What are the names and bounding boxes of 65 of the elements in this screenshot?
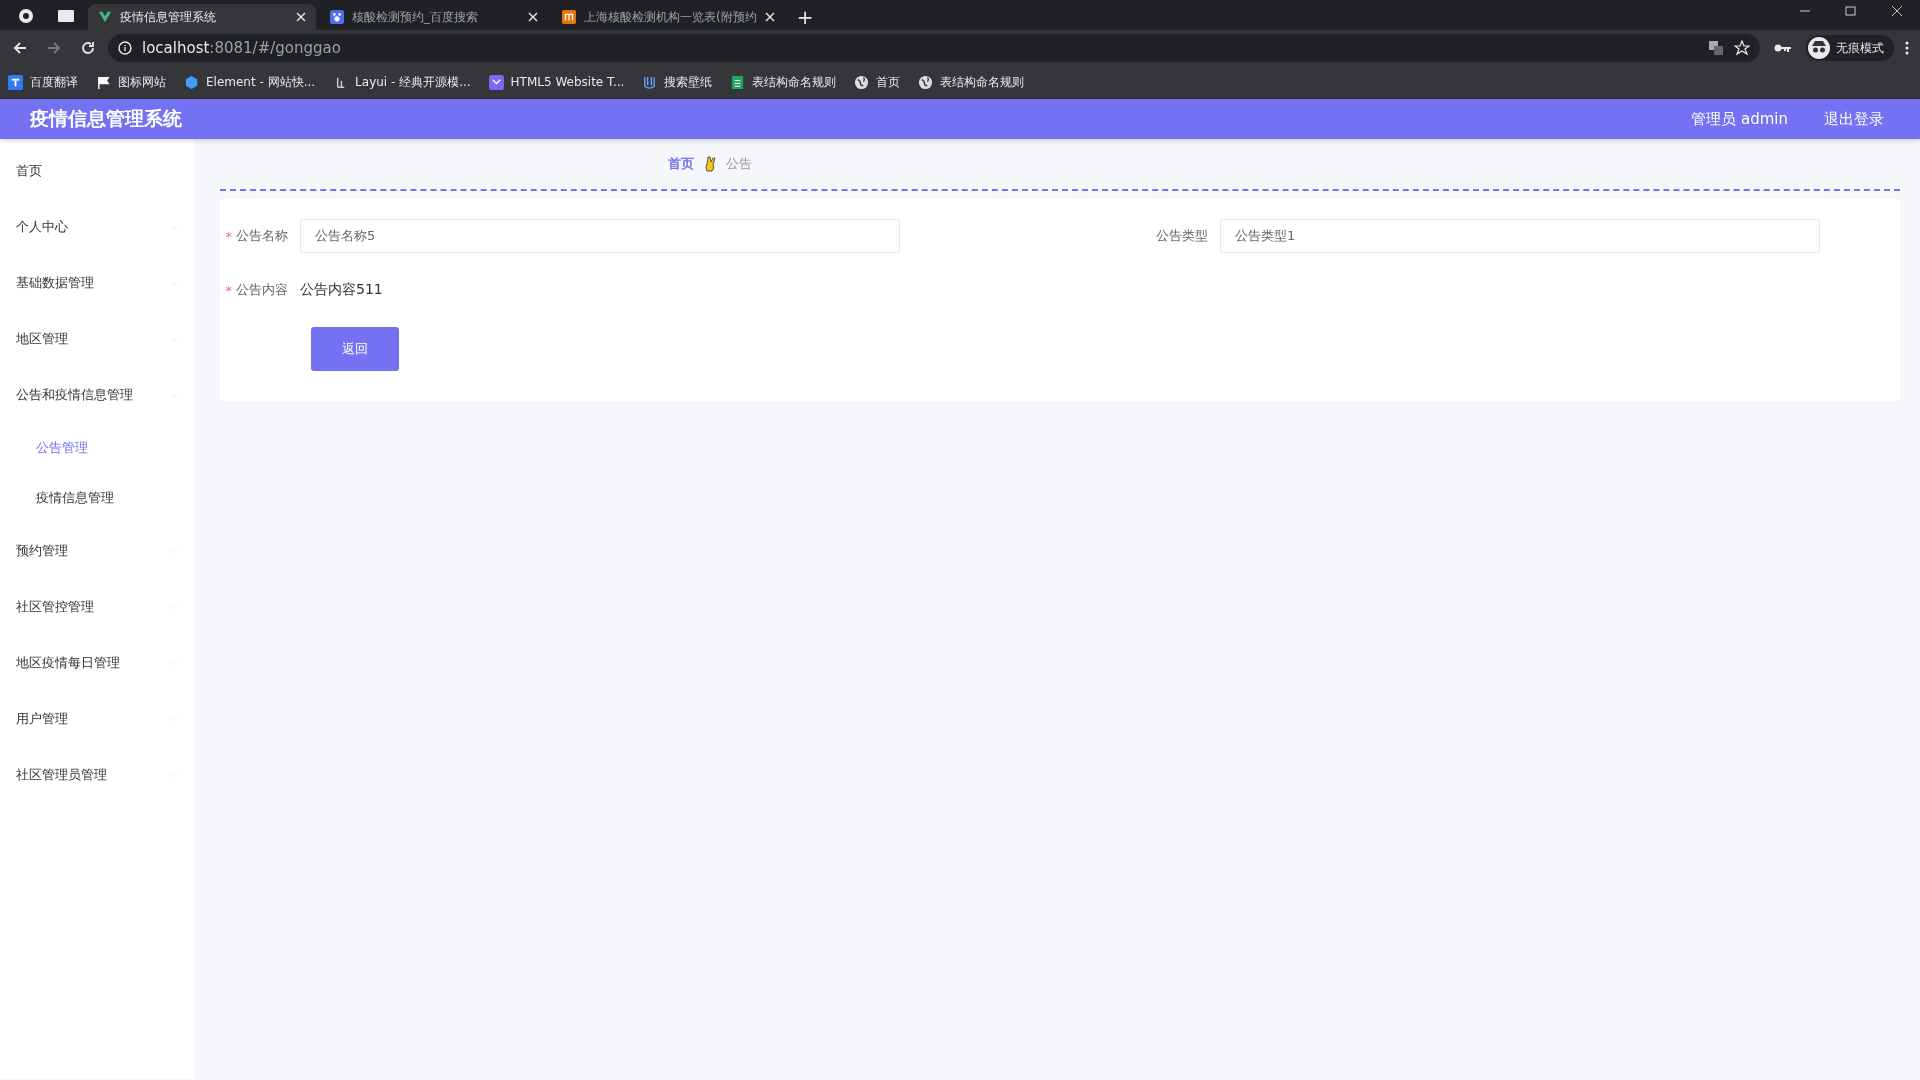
user-link[interactable]: 管理员 admin <box>1685 108 1794 130</box>
address-bar[interactable]: localhost:8081/#/gonggao <box>108 34 1760 62</box>
menu-item[interactable]: 预约管理 <box>0 523 195 579</box>
key-icon[interactable] <box>1774 42 1792 54</box>
input-field[interactable]: 公告名称5 <box>300 219 900 253</box>
incognito-icon <box>1808 37 1830 59</box>
flag-icon <box>96 74 111 90</box>
menu-item[interactable]: 地区疫情每日管理 <box>0 635 195 691</box>
translate-icon <box>8 74 23 90</box>
globe-icon <box>854 74 870 90</box>
close-tab-icon[interactable] <box>296 12 306 22</box>
menu-item[interactable]: 社区管控管理 <box>0 579 195 635</box>
profile-button[interactable]: 无痕模式 <box>1806 35 1894 61</box>
field-label: 公告内容 <box>236 281 288 299</box>
menu-item[interactable]: 基础数据管理 <box>0 255 195 311</box>
bookmark[interactable]: Element - 网站快... <box>184 73 316 91</box>
new-tab-button[interactable]: + <box>788 4 822 30</box>
bookmark[interactable]: HTML5 Website T... <box>488 74 625 90</box>
bookmark[interactable]: 首页 <box>854 73 901 91</box>
breadcrumb-current: 公告 <box>726 155 752 173</box>
menu-item[interactable]: 地区管理 <box>0 311 195 367</box>
bookmark[interactable]: 百度翻译 <box>8 73 78 91</box>
menu-item[interactable]: 公告和疫情信息管理 <box>0 367 195 423</box>
paw-icon <box>330 10 344 24</box>
menu-item[interactable]: 首页 <box>0 143 195 199</box>
input-field[interactable]: 公告类型1 <box>1220 219 1820 253</box>
field-label: 公告类型 <box>1156 227 1208 245</box>
url-text: localhost:8081/#/gonggao <box>142 39 341 57</box>
field-label: 公告名称 <box>236 227 288 245</box>
site-icon <box>562 10 576 24</box>
hand-icon <box>704 156 716 172</box>
info-icon[interactable] <box>118 41 132 55</box>
browser-tab[interactable]: 核酸检测预约_百度搜索 <box>320 4 548 30</box>
menu-item[interactable]: 用户管理 <box>0 691 195 747</box>
close-tab-icon[interactable] <box>528 12 538 22</box>
back-button[interactable]: 返回 <box>311 327 399 371</box>
back-icon[interactable] <box>12 40 28 56</box>
field-value: 公告内容511 <box>300 281 383 299</box>
wallpaper-icon <box>642 74 658 90</box>
app-title: 疫情信息管理系统 <box>30 106 182 131</box>
submenu-item[interactable]: 公告管理 <box>0 423 195 473</box>
close-tab-icon[interactable] <box>764 12 775 22</box>
required-mark: * <box>225 282 232 298</box>
submenu-item[interactable]: 疫情信息管理 <box>0 473 195 523</box>
logout-link[interactable]: 退出登录 <box>1818 108 1890 130</box>
menu-item[interactable]: 社区管理员管理 <box>0 747 195 803</box>
forward-icon[interactable] <box>46 40 62 56</box>
required-mark: * <box>225 228 232 244</box>
breadcrumb-link[interactable]: 首页 <box>668 155 694 173</box>
translate-icon[interactable] <box>1708 40 1724 56</box>
bookmark[interactable]: 表结构命名规则 <box>730 73 837 91</box>
browser-tab[interactable]: 上海核酸检测机构一览表(附预约 <box>552 4 785 30</box>
bookmark[interactable]: Layui - 经典开源模... <box>333 73 471 91</box>
bookmark[interactable]: 搜索壁纸 <box>642 73 713 91</box>
hexagon-icon <box>184 74 199 90</box>
bookmark[interactable]: 表结构命名规则 <box>918 73 1025 91</box>
reload-icon[interactable] <box>80 40 96 56</box>
vue-icon <box>98 10 112 24</box>
globe-icon <box>918 74 934 90</box>
sheet-icon <box>730 74 746 90</box>
menu-item[interactable]: 个人中心 <box>0 199 195 255</box>
star-icon[interactable] <box>1734 40 1750 56</box>
app-menu-icon[interactable] <box>18 8 34 24</box>
bookmark[interactable]: 图标网站 <box>96 73 166 91</box>
browser-tab[interactable]: 疫情信息管理系统 <box>88 4 316 30</box>
